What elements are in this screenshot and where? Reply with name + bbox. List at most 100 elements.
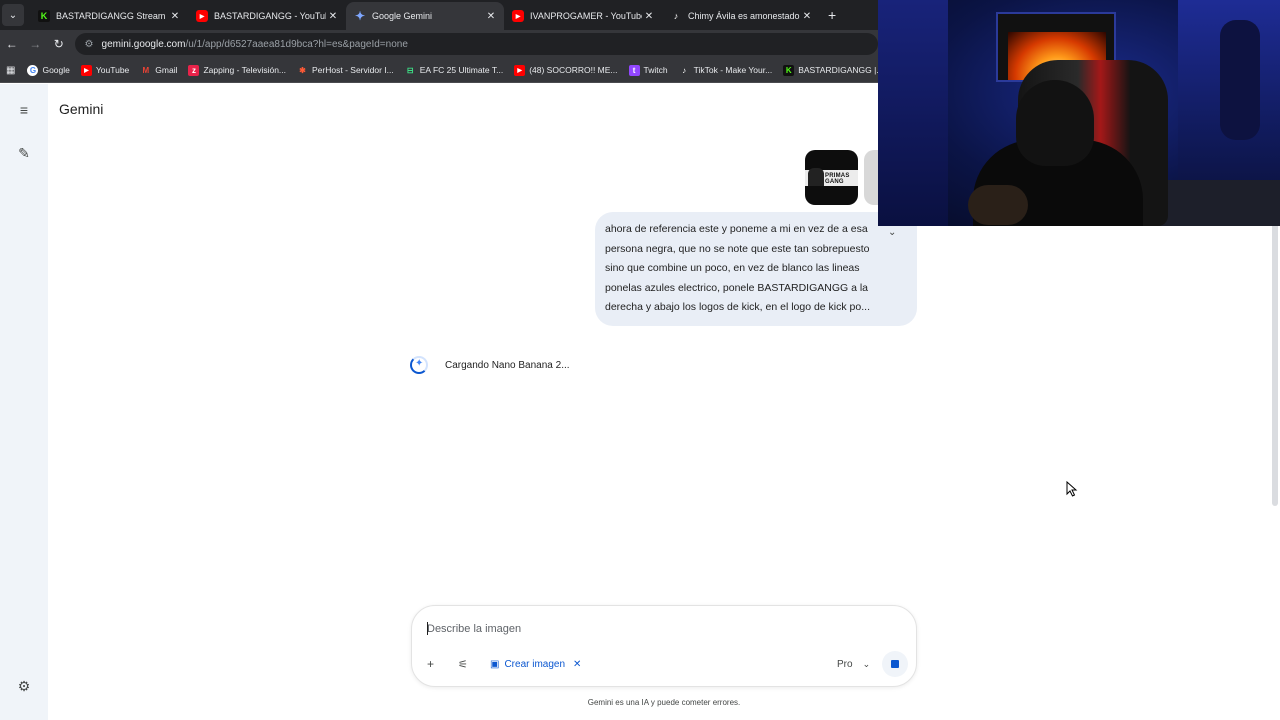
chevron-down-icon: ⌄ [862,658,871,669]
tab-google-gemini[interactable]: ✦ Google Gemini ✕ [346,2,504,30]
stop-icon [891,660,899,668]
bookmark-google[interactable]: G Google [27,64,70,76]
bookmark-label: EA FC 25 Ultimate T... [419,65,504,75]
twitch-icon: t [628,64,640,76]
bookmark-label: TikTok - Make Your... [693,65,773,75]
image-icon: ▣ [490,658,500,670]
app-title: Gemini [59,101,104,117]
prompt-composer: + ⚟ ▣ Crear imagen ✕ Pro ⌄ [411,605,917,687]
youtube-icon: ▶ [514,64,526,76]
prompt-input[interactable] [427,621,897,637]
hamburger-icon: ≡ [19,102,29,118]
webcam-overlay [878,0,1280,226]
bookmark-zapping[interactable]: z Zapping - Televisión... [188,64,287,76]
bookmark-label: PerHost - Servidor I... [312,65,394,75]
bookmark-twitch[interactable]: t Twitch [628,64,668,76]
close-icon[interactable]: ✕ [326,11,340,22]
perhost-icon: ✱ [299,65,306,75]
bookmarks-bar: ▦ G Google ▶ YouTube M Gmail z Zapping - Tel… [0,58,919,83]
text-caret [427,622,428,635]
menu-button[interactable]: ≡ [14,100,34,120]
chevron-down-icon: ⌄ [888,227,897,238]
webcam-figure [1220,20,1260,140]
tab-search-button[interactable]: ⌄ [2,4,24,26]
address-bar[interactable]: ⚙ gemini.google.com/u/1/app/d6527aaea81d… [74,33,879,55]
google-icon: G [27,64,39,76]
youtube-icon: ▶ [80,64,92,76]
gmail-icon: M [142,65,150,75]
arrow-left-icon: ← [5,37,18,51]
tools-button[interactable]: ⚟ [458,656,468,672]
thumbnail-figure [808,168,824,186]
mouse-cursor-icon [1066,481,1078,497]
bookmark-label: YouTube [95,65,130,75]
tab-chimy-avila[interactable]: ♪ Chimy Ávila es amonestado en ✕ [662,2,820,30]
loading-text: Cargando Nano Banana 2... [445,359,570,371]
model-selector[interactable]: Pro ⌄ [837,656,870,672]
bookmark-youtube[interactable]: ▶ YouTube [80,64,130,76]
create-image-label: Crear imagen [504,658,566,670]
tab-bastardigangg-stream[interactable]: K BASTARDIGANGG Stream - Wat ✕ [30,2,188,30]
stop-button[interactable] [882,651,908,677]
chevron-down-icon: ⌄ [8,9,18,21]
disclaimer: Gemini es una IA y puede cometer errores… [587,698,741,707]
tab-title: Google Gemini [372,11,433,21]
reload-icon: ↻ [53,37,64,51]
close-icon[interactable]: ✕ [484,11,498,22]
kick-icon: K [783,64,795,76]
webcam-person-arm [968,185,1028,225]
plus-icon: + [427,657,435,671]
bookmark-tiktok[interactable]: ♪ TikTok - Make Your... [679,65,773,76]
tab-strip: ⌄ K BASTARDIGANGG Stream - Wat ✕ ▶ BASTA… [0,0,878,30]
site-info-icon[interactable]: ⚙ [85,39,94,50]
bookmark-socorro[interactable]: ▶ (48) SOCORRO!! ME... [514,64,618,76]
bookmark-label: Gmail [155,65,178,75]
browser-toolbar: ← → ↻ ⚙ gemini.google.com/u/1/app/d6527a… [0,30,879,58]
attached-image-thumbnail[interactable]: PRIMAS GANG [805,150,858,205]
bookmark-label: BASTARDIGANGG |... [798,65,884,75]
kick-icon: K [38,10,50,22]
side-rail: ≡ ✎ ⚙ [0,84,48,720]
bookmark-label: Zapping - Televisión... [203,65,287,75]
webcam-wall [878,0,948,226]
apps-icon[interactable]: ▦ [6,65,15,76]
ea-icon: ⊟ [406,65,414,75]
bookmark-label: (48) SOCORRO!! ME... [529,65,618,75]
tab-title: BASTARDIGANGG - YouTube [214,11,326,21]
gemini-icon: ✦ [354,9,366,23]
close-icon[interactable]: ✕ [168,11,182,22]
tab-bastardigangg-youtube[interactable]: ▶ BASTARDIGANGG - YouTube ✕ [188,2,346,30]
loading-indicator: ✦ Cargando Nano Banana 2... [410,356,570,374]
forward-button[interactable]: → [24,37,48,51]
create-image-chip[interactable]: ▣ Crear imagen ✕ [490,656,581,672]
zapping-icon: z [188,64,200,76]
reload-button[interactable]: ↻ [47,37,71,51]
new-tab-button[interactable]: + [828,7,836,23]
bookmark-ea-fc[interactable]: ⊟ EA FC 25 Ultimate T... [405,65,503,76]
url-path: /u/1/app/d6527aaea81d9bca?hl=es&pageId=n… [185,38,408,50]
attached-image-thumbnail[interactable] [864,150,878,205]
close-icon[interactable]: ✕ [800,11,814,22]
arrow-right-icon: → [29,37,42,51]
add-button[interactable]: + [427,656,434,672]
tab-title: IVANPROGAMER - YouTube [530,11,642,21]
spinner-icon: ✦ [410,356,428,374]
close-icon[interactable]: ✕ [642,11,656,22]
back-button[interactable]: ← [0,37,24,51]
tiktok-icon: ♪ [673,11,679,21]
close-icon[interactable]: ✕ [573,659,581,670]
bookmark-label: Google [42,65,70,75]
new-chat-button[interactable]: ✎ [14,143,34,163]
webcam-person-head [1016,80,1094,166]
expand-message-button[interactable]: ⌄ [888,227,896,238]
bookmark-perhost[interactable]: ✱ PerHost - Servidor I... [297,65,394,76]
tab-ivanprogamer-youtube[interactable]: ▶ IVANPROGAMER - YouTube ✕ [504,2,662,30]
user-message: ahora de referencia este y poneme a mi e… [595,212,917,326]
bookmark-bastardigangg[interactable]: K BASTARDIGANGG |... [783,64,884,76]
gear-icon: ⚙ [17,677,31,694]
settings-button[interactable]: ⚙ [14,676,34,696]
tune-icon: ⚟ [458,658,468,671]
tab-title: Chimy Ávila es amonestado en [688,11,800,21]
attached-images: PRIMAS GANG [805,150,878,206]
bookmark-gmail[interactable]: M Gmail [140,65,177,76]
